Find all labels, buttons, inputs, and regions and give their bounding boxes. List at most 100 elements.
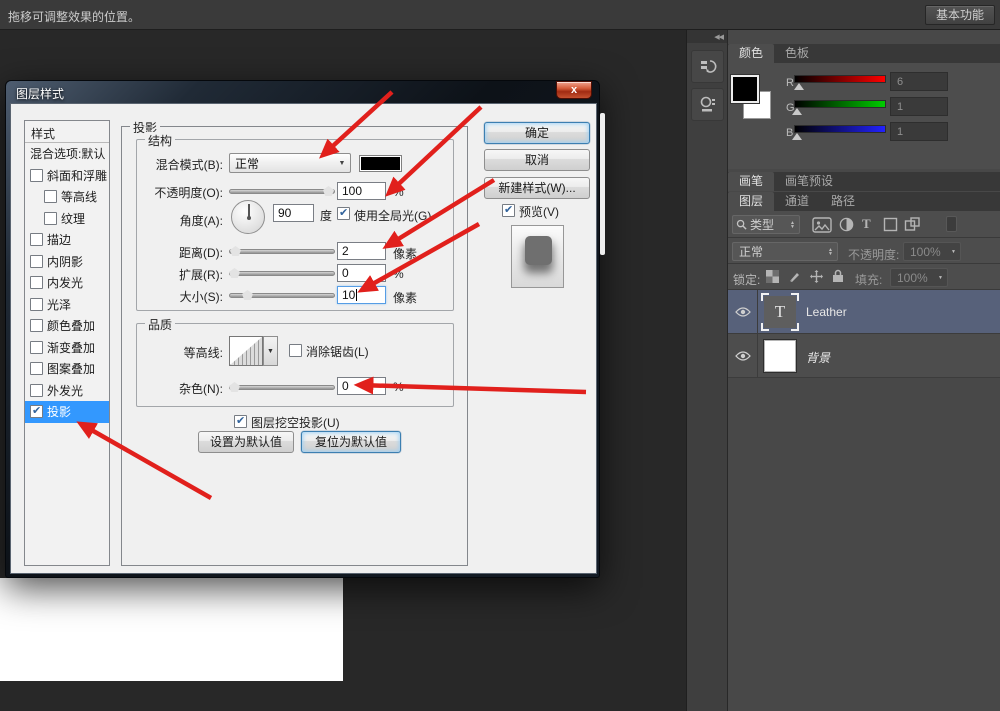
channel-slider-thumb[interactable] xyxy=(792,133,802,140)
properties-panel-icon[interactable] xyxy=(691,88,724,121)
tab-layers[interactable]: 图层 xyxy=(728,192,774,211)
smart-object-filter-icon[interactable] xyxy=(904,216,922,233)
slider-thumb[interactable] xyxy=(242,290,253,300)
cancel-button[interactable]: 取消 xyxy=(484,149,590,171)
layer-opacity-dropdown[interactable]: 100% ▼ xyxy=(903,242,961,261)
angle-field[interactable]: 90 xyxy=(273,204,314,222)
contour-dropdown-button[interactable]: ▼ xyxy=(263,336,278,366)
channel-value-G[interactable]: 1 xyxy=(890,97,948,116)
expand-panels-button[interactable]: ◀◀ xyxy=(687,30,727,43)
style-item-checkbox[interactable] xyxy=(30,255,43,268)
channel-slider-thumb[interactable] xyxy=(792,108,802,115)
style-item-checkbox[interactable] xyxy=(30,405,43,418)
dialog-title-bar[interactable]: 图层样式 x xyxy=(10,81,595,103)
history-panel-icon[interactable] xyxy=(691,50,724,83)
image-lock-icon[interactable] xyxy=(788,270,801,283)
workspace-mode-button[interactable]: 基本功能 xyxy=(925,5,995,25)
close-button[interactable]: x xyxy=(556,81,592,99)
style-item-checkbox[interactable] xyxy=(30,169,43,182)
slider-thumb[interactable] xyxy=(229,382,240,392)
spread-field[interactable]: 0 xyxy=(337,264,386,282)
noise-slider[interactable] xyxy=(229,385,335,390)
size-slider[interactable] xyxy=(229,293,335,298)
preview-checkbox[interactable] xyxy=(502,204,515,217)
noise-field[interactable]: 0 xyxy=(337,377,386,395)
channel-slider-B[interactable] xyxy=(794,125,886,133)
global-light-checkbox[interactable] xyxy=(337,207,350,220)
knockout-checkbox[interactable] xyxy=(234,415,247,428)
channel-value-R[interactable]: 6 xyxy=(890,72,948,91)
type-filter-icon[interactable]: T xyxy=(862,216,871,232)
contour-swatch[interactable] xyxy=(229,336,263,366)
channel-slider-thumb[interactable] xyxy=(794,83,804,90)
tab-brush[interactable]: 画笔 xyxy=(728,172,774,191)
style-item-6[interactable]: 内发光 xyxy=(25,272,109,294)
style-item-9[interactable]: 渐变叠加 xyxy=(25,337,109,359)
foreground-color-swatch[interactable] xyxy=(731,75,759,103)
slider-thumb[interactable] xyxy=(230,246,241,256)
adjustment-filter-icon[interactable] xyxy=(838,216,855,233)
style-item-checkbox[interactable] xyxy=(30,362,43,375)
style-item-0[interactable]: 混合选项:默认 xyxy=(25,143,109,165)
style-item-10[interactable]: 图案叠加 xyxy=(25,358,109,380)
style-item-checkbox[interactable] xyxy=(30,276,43,289)
document-canvas[interactable] xyxy=(0,578,343,681)
layer-name[interactable]: 背景 xyxy=(806,349,830,366)
slider-thumb[interactable] xyxy=(229,268,240,278)
opacity-slider[interactable] xyxy=(229,189,335,194)
layer-visibility-toggle[interactable] xyxy=(728,290,758,334)
style-item-checkbox[interactable] xyxy=(30,384,43,397)
style-item-checkbox[interactable] xyxy=(30,298,43,311)
style-item-5[interactable]: 内阴影 xyxy=(25,251,109,273)
layer-row-背景[interactable]: 背景 xyxy=(728,334,1000,378)
shadow-color-swatch[interactable] xyxy=(359,155,402,172)
layer-filter-dropdown[interactable]: 类型 ▲▼ xyxy=(732,215,800,234)
distance-field[interactable]: 2 xyxy=(337,242,386,260)
style-item-8[interactable]: 颜色叠加 xyxy=(25,315,109,337)
channel-value-B[interactable]: 1 xyxy=(890,122,948,141)
style-item-checkbox[interactable] xyxy=(30,319,43,332)
layer-row-Leather[interactable]: T Leather xyxy=(728,290,1000,334)
style-item-4[interactable]: 描边 xyxy=(25,229,109,251)
set-default-button[interactable]: 设置为默认值 xyxy=(198,431,294,453)
ok-button[interactable]: 确定 xyxy=(484,122,590,144)
style-item-3[interactable]: 纹理 xyxy=(25,208,109,230)
opacity-field[interactable]: 100 xyxy=(337,182,386,200)
style-item-checkbox[interactable] xyxy=(30,233,43,246)
shape-filter-icon[interactable] xyxy=(883,217,898,232)
tab-paths[interactable]: 路径 xyxy=(820,192,866,211)
channel-slider-G[interactable] xyxy=(794,100,886,108)
size-field[interactable]: 10 xyxy=(337,286,386,304)
lock-all-icon[interactable] xyxy=(832,269,844,283)
style-item-7[interactable]: 光泽 xyxy=(25,294,109,316)
style-item-checkbox[interactable] xyxy=(44,190,57,203)
picture-filter-icon[interactable] xyxy=(812,217,832,233)
style-item-11[interactable]: 外发光 xyxy=(25,380,109,402)
tab-color[interactable]: 颜色 xyxy=(728,44,774,63)
channel-slider-R[interactable] xyxy=(794,75,886,83)
new-style-button[interactable]: 新建样式(W)... xyxy=(484,177,590,199)
style-item-2[interactable]: 等高线 xyxy=(25,186,109,208)
layer-visibility-toggle[interactable] xyxy=(728,334,758,378)
filter-toggle-icon[interactable] xyxy=(946,216,957,232)
style-item-1[interactable]: 斜面和浮雕 xyxy=(25,165,109,187)
tab-channels[interactable]: 通道 xyxy=(774,192,820,211)
distance-slider[interactable] xyxy=(229,249,335,254)
layer-blend-mode-dropdown[interactable]: 正常 ▲▼ xyxy=(732,242,838,261)
tab-swatches[interactable]: 色板 xyxy=(774,44,820,63)
blend-mode-dropdown[interactable]: 正常 ▼ xyxy=(229,153,351,173)
tab-brush-presets[interactable]: 画笔预设 xyxy=(774,172,844,191)
text-layer-thumbnail[interactable]: T xyxy=(764,296,796,328)
style-item-12[interactable]: 投影 xyxy=(25,401,109,423)
reset-default-button[interactable]: 复位为默认值 xyxy=(301,431,401,453)
slider-thumb[interactable] xyxy=(323,186,334,196)
antialias-checkbox[interactable] xyxy=(289,344,302,357)
background-layer-thumbnail[interactable] xyxy=(764,340,796,372)
transparency-lock-icon[interactable] xyxy=(766,270,779,283)
angle-dial[interactable] xyxy=(231,200,265,234)
layer-fill-dropdown[interactable]: 100% ▼ xyxy=(890,268,948,287)
layer-name[interactable]: Leather xyxy=(806,305,847,319)
style-item-checkbox[interactable] xyxy=(30,341,43,354)
position-lock-icon[interactable] xyxy=(810,270,823,283)
spread-slider[interactable] xyxy=(229,271,335,276)
